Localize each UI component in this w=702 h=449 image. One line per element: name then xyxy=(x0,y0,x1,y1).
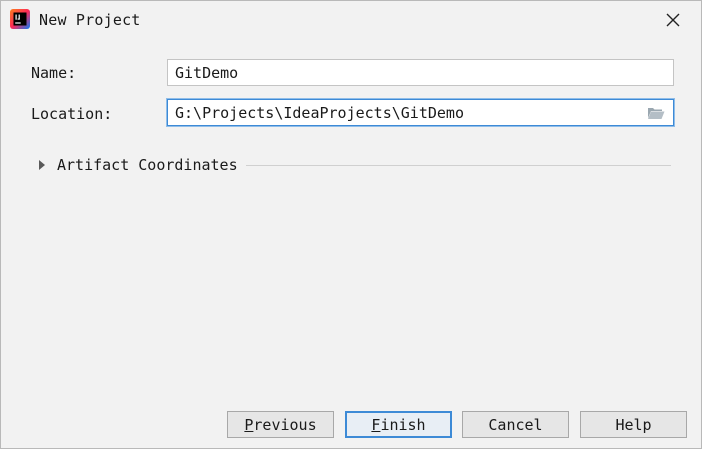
title-bar: New Project xyxy=(1,1,701,39)
expand-triangle-icon[interactable] xyxy=(37,159,47,171)
finish-label: inish xyxy=(380,415,426,434)
folder-icon[interactable] xyxy=(647,106,665,120)
location-field-value: G:\Projects\IdeaProjects\GitDemo xyxy=(175,103,464,122)
finish-button[interactable]: Finish xyxy=(345,411,452,438)
previous-label: revious xyxy=(253,415,317,434)
section-divider xyxy=(245,165,671,166)
location-field[interactable]: G:\Projects\IdeaProjects\GitDemo xyxy=(167,99,674,126)
close-button[interactable] xyxy=(661,9,685,31)
artifact-coordinates-label: Artifact Coordinates xyxy=(57,156,238,174)
location-label: Location: xyxy=(31,105,113,123)
close-icon xyxy=(666,13,680,27)
cancel-label: Cancel xyxy=(488,415,543,434)
help-button[interactable]: Help xyxy=(580,411,687,438)
intellij-idea-icon xyxy=(10,9,30,29)
finish-mnemonic: F xyxy=(371,415,381,434)
new-project-dialog: New Project Name: GitDemo Location: G:\P… xyxy=(0,0,702,449)
previous-button[interactable]: Previous xyxy=(227,411,334,438)
artifact-coordinates-section[interactable]: Artifact Coordinates xyxy=(37,154,671,176)
name-label: Name: xyxy=(31,64,77,82)
dialog-title: New Project xyxy=(39,11,141,29)
previous-mnemonic: P xyxy=(244,415,254,434)
name-field[interactable]: GitDemo xyxy=(167,59,674,86)
name-field-value: GitDemo xyxy=(175,63,239,82)
help-label: Help xyxy=(615,415,652,434)
cancel-button[interactable]: Cancel xyxy=(462,411,569,438)
